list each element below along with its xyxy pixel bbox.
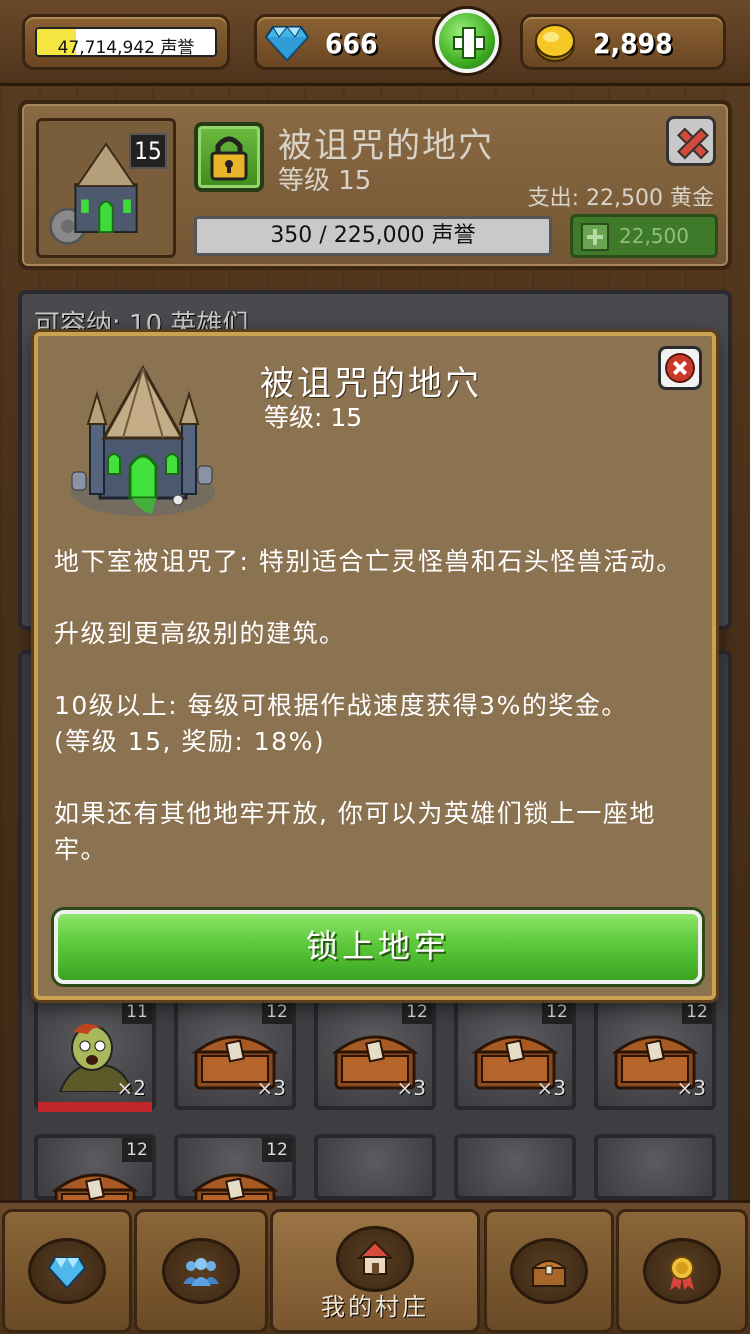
inventory-slot[interactable]: 12 ×3 xyxy=(174,996,296,1110)
demolish-close-button[interactable] xyxy=(666,116,716,166)
slot-level-badge: 12 xyxy=(682,1000,712,1024)
tab-achievements[interactable] xyxy=(616,1209,748,1333)
medal-icon xyxy=(670,1256,694,1290)
padlock-icon xyxy=(210,136,248,181)
slot-level-badge: 11 xyxy=(122,1000,152,1024)
description-paragraph: 地下室被诅咒了: 特别适合亡灵怪兽和石头怪兽活动。 xyxy=(54,547,683,576)
lock-button[interactable] xyxy=(194,122,264,192)
inventory-slot[interactable]: 11 ×2 xyxy=(34,996,156,1112)
inventory-slot[interactable]: 12 ×3 xyxy=(594,996,716,1110)
resource-bar: 47,714,942 声誉 666 2,898 xyxy=(0,0,750,86)
reputation-counter[interactable]: 47,714,942 声誉 xyxy=(22,14,230,70)
description-paragraph: (等级 15, 奖励: 18%) xyxy=(54,727,326,756)
description-paragraph: 升级到更高级别的建筑。 xyxy=(54,619,346,648)
inventory-slot[interactable] xyxy=(314,1134,436,1200)
slot-count: ×2 xyxy=(116,1076,146,1100)
gems-value: 666 xyxy=(325,27,378,60)
dialog-close-button[interactable] xyxy=(658,346,702,390)
description-paragraph: 如果还有其他地牢开放, 你可以为英雄们锁上一座地牢。 xyxy=(54,799,656,864)
plus-icon xyxy=(581,223,609,251)
building-info-dialog: 被诅咒的地穴 等级: 15 地下室被诅咒了: 特别适合亡灵怪兽和石头怪兽活动。 … xyxy=(34,332,716,1000)
building-thumbnail[interactable]: 15 xyxy=(36,118,176,258)
inventory-slot[interactable]: 12 xyxy=(34,1134,156,1228)
reputation-text: 47,714,942 声誉 xyxy=(57,38,195,57)
close-icon xyxy=(665,353,695,383)
slot-level-badge: 12 xyxy=(542,1000,572,1024)
slot-level-badge: 12 xyxy=(122,1138,152,1162)
inventory-slot[interactable] xyxy=(454,1134,576,1200)
tab-label: 我的村庄 xyxy=(321,1293,429,1321)
inventory-slot[interactable]: 12 ×3 xyxy=(454,996,576,1110)
slot-level-badge: 12 xyxy=(262,1138,292,1162)
diamond-icon xyxy=(265,26,309,61)
inventory-slot[interactable]: 12 xyxy=(174,1134,296,1228)
reputation-bar: 47,714,942 声誉 xyxy=(35,27,217,57)
tab-gems[interactable] xyxy=(2,1209,132,1333)
diamond-icon xyxy=(47,1257,87,1290)
gold-value: 2,898 xyxy=(593,27,673,60)
slot-count: ×3 xyxy=(396,1076,426,1100)
inventory-slot[interactable] xyxy=(594,1134,716,1200)
health-bar xyxy=(38,1102,152,1112)
gems-counter[interactable]: 666 xyxy=(254,9,499,73)
bottom-navigation: 我的村庄 xyxy=(0,1200,750,1334)
upgrade-button[interactable]: 22,500 xyxy=(570,214,718,258)
slot-count: ×3 xyxy=(536,1076,566,1100)
house-icon xyxy=(356,1240,394,1275)
treasure-chest-icon xyxy=(530,1260,568,1287)
buy-gems-plus-button[interactable] xyxy=(435,9,499,73)
lock-dungeon-button[interactable]: 锁上地牢 xyxy=(54,910,702,984)
tab-treasure[interactable] xyxy=(484,1209,614,1333)
building-cost: 支出: 22,500 黄金 xyxy=(527,186,714,211)
building-level-badge: 15 xyxy=(129,133,167,169)
slot-count: ×3 xyxy=(256,1076,286,1100)
reputation-progress: 350 / 225,000 声誉 xyxy=(194,216,552,256)
heroes-icon xyxy=(183,1258,219,1286)
slot-level-badge: 12 xyxy=(262,1000,292,1024)
slot-level-badge: 12 xyxy=(402,1000,432,1024)
slot-count: ×3 xyxy=(676,1076,706,1100)
description-paragraph: 10级以上: 每级可根据作战速度获得3%的奖金。 xyxy=(54,691,628,720)
dialog-level: 等级: 15 xyxy=(264,403,363,432)
building-panel: 15 被诅咒的地穴 等级 15 支出: 22,500 黄金 350 / 225,… xyxy=(18,100,732,270)
dialog-description: 地下室被诅咒了: 特别适合亡灵怪兽和石头怪兽活动。 升级到更高级别的建筑。 10… xyxy=(54,544,704,868)
gold-coin-icon xyxy=(535,24,575,62)
building-level: 等级 15 xyxy=(278,166,372,196)
gold-counter[interactable]: 2,898 xyxy=(520,14,726,70)
crypt-building-icon xyxy=(71,364,215,516)
tab-my-village[interactable]: 我的村庄 xyxy=(270,1209,480,1333)
inventory-slot[interactable]: 12 ×3 xyxy=(314,996,436,1110)
upgrade-cost: 22,500 xyxy=(619,224,689,248)
tab-heroes[interactable] xyxy=(134,1209,268,1333)
